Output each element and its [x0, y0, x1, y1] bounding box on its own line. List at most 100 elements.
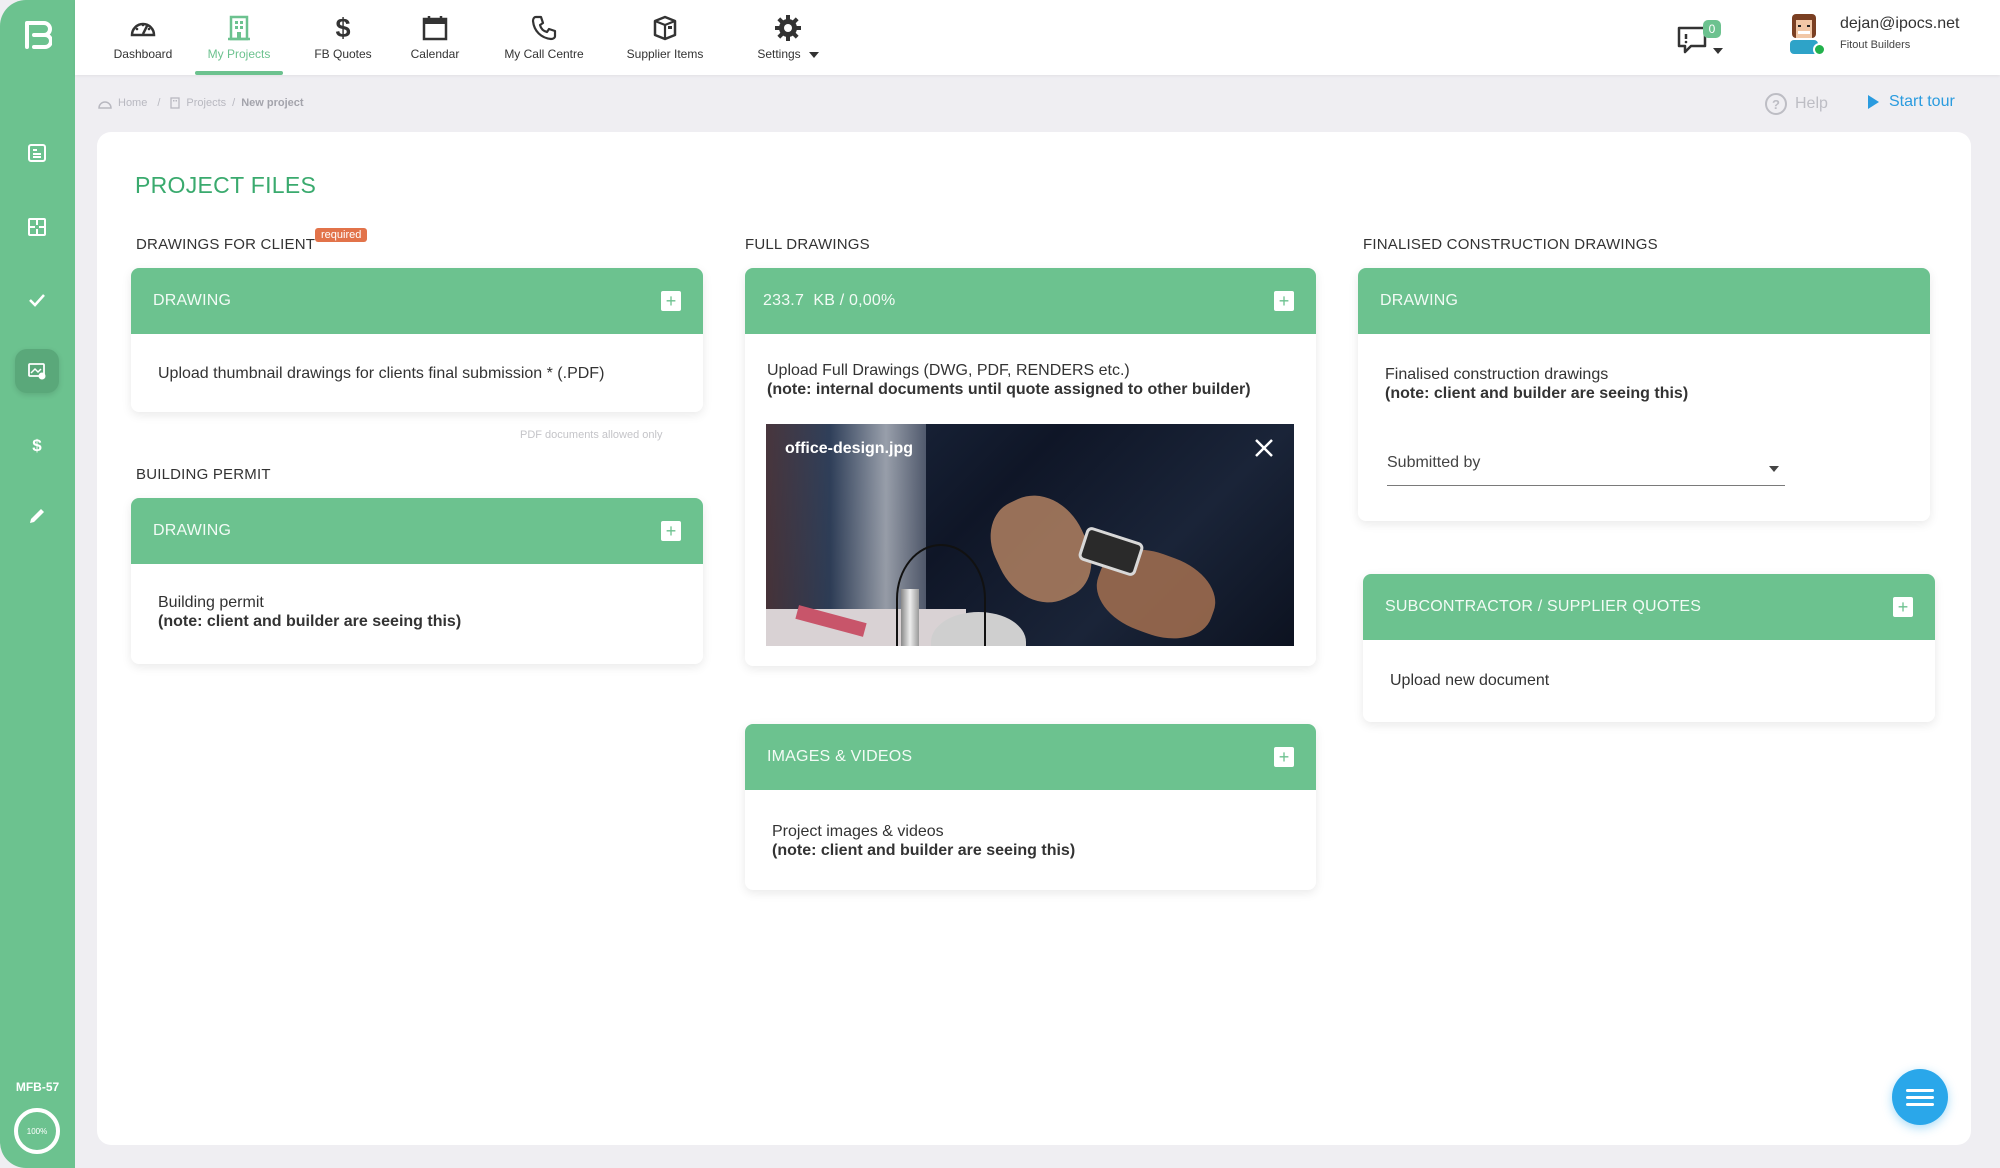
- section-label-full-drawings: FULL DRAWINGS: [745, 236, 870, 253]
- plus-icon: +: [1278, 747, 1290, 767]
- breadcrumb-home[interactable]: Home: [118, 97, 147, 109]
- nav-calendar[interactable]: Calendar: [400, 0, 470, 75]
- user-company: Fitout Builders: [1840, 39, 1911, 51]
- top-navigation-bar: Dashboard My Projects $ FB Quotes Calend…: [75, 0, 2000, 75]
- nav-supplier-items[interactable]: Supplier Items: [617, 0, 713, 75]
- card-body: Building permit (note: client and builde…: [131, 564, 703, 631]
- add-file-button[interactable]: +: [1274, 747, 1294, 767]
- sidebar-item-finance[interactable]: $: [15, 423, 59, 467]
- card-header: IMAGES & VIDEOS +: [745, 724, 1316, 790]
- sidebar-item-files[interactable]: [15, 349, 59, 393]
- card-header-title: IMAGES & VIDEOS: [767, 748, 913, 765]
- sidebar-item-documents[interactable]: [15, 131, 59, 175]
- card-header-title: DRAWING: [1380, 292, 1459, 309]
- calendar-icon: [421, 14, 449, 42]
- help-button[interactable]: ? Help: [1765, 93, 1828, 115]
- pencil-icon: [30, 509, 44, 523]
- card-building-permit: DRAWING + Building permit (note: client …: [131, 498, 703, 664]
- svg-text:$: $: [32, 436, 42, 455]
- preview-image-detail: [901, 589, 919, 646]
- sidebar: $ MFB-57 100%: [0, 0, 75, 1168]
- close-icon[interactable]: [1254, 438, 1274, 458]
- checkmark-icon: [29, 294, 45, 307]
- card-description: Upload new document: [1390, 672, 1550, 689]
- add-file-button[interactable]: +: [1274, 291, 1294, 311]
- page-title: PROJECT FILES: [135, 172, 317, 198]
- card-images-videos: IMAGES & VIDEOS + Project images & video…: [745, 724, 1316, 890]
- play-icon: [1868, 95, 1879, 109]
- uploaded-file-preview[interactable]: office-design.jpg: [766, 424, 1294, 646]
- card-drawings-for-client: DRAWING + Upload thumbnail drawings for …: [131, 268, 703, 412]
- nav-label: Dashboard: [113, 47, 173, 61]
- card-note: (note: client and builder are seeing thi…: [1385, 385, 1689, 402]
- breadcrumb: Home / Projects / New project: [98, 97, 304, 109]
- section-label-drawings-for-client: DRAWINGS FOR CLIENT: [136, 236, 316, 253]
- online-status-dot: [1813, 43, 1826, 56]
- sidebar-item-edit[interactable]: [15, 494, 59, 538]
- plus-icon: +: [665, 291, 677, 311]
- floating-menu-button[interactable]: [1892, 1069, 1948, 1125]
- nav-dashboard[interactable]: Dashboard: [103, 0, 183, 75]
- breadcrumb-current: New project: [241, 97, 304, 109]
- sidebar-item-floorplan[interactable]: [15, 205, 59, 249]
- card-description: Project images & videos: [772, 823, 944, 840]
- nav-my-projects[interactable]: My Projects: [195, 0, 283, 75]
- notifications-count-badge: 0: [1703, 20, 1721, 38]
- phone-icon: [530, 14, 558, 42]
- chevron-down-icon: [1713, 48, 1723, 54]
- nav-label: My Call Centre: [504, 47, 584, 61]
- start-tour-button[interactable]: Start tour: [1868, 93, 1955, 111]
- user-email: dejan@ipocs.net: [1840, 15, 1960, 32]
- card-header: 233.7 KB / 0,00% +: [745, 268, 1316, 334]
- card-subcontractor-quotes: SUBCONTRACTOR / SUPPLIER QUOTES + Upload…: [1363, 574, 1935, 722]
- nav-fb-quotes[interactable]: $ FB Quotes: [303, 0, 383, 75]
- card-note: (note: internal documents until quote as…: [767, 381, 1251, 398]
- hamburger-icon-bar: [1906, 1095, 1934, 1099]
- dollar-icon: $: [32, 436, 42, 455]
- breadcrumb-projects[interactable]: Projects: [186, 97, 226, 109]
- card-note: (note: client and builder are seeing thi…: [158, 613, 462, 630]
- speedometer-icon: [98, 100, 112, 109]
- speedometer-icon: [129, 14, 157, 42]
- document-list-icon: [28, 144, 46, 162]
- building-icon: [225, 14, 253, 42]
- help-label: Help: [1795, 95, 1828, 112]
- preview-file-name: office-design.jpg: [785, 440, 913, 457]
- card-description: Upload Full Drawings (DWG, PDF, RENDERS …: [767, 362, 1130, 379]
- project-code: MFB-57: [15, 1080, 60, 1094]
- notifications-button[interactable]: 0: [1677, 18, 1729, 58]
- section-label-finalised-construction: FINALISED CONSTRUCTION DRAWINGS: [1363, 236, 1658, 253]
- building-icon: [170, 97, 181, 109]
- card-header: DRAWING: [1358, 268, 1930, 334]
- card-header: SUBCONTRACTOR / SUPPLIER QUOTES +: [1363, 574, 1935, 640]
- user-menu[interactable]: dejan@ipocs.net Fitout Builders: [1786, 10, 1959, 60]
- chevron-down-icon: [1769, 466, 1779, 472]
- add-file-button[interactable]: +: [661, 291, 681, 311]
- card-description: Upload thumbnail drawings for clients fi…: [158, 365, 605, 382]
- nav-label: Supplier Items: [626, 47, 704, 61]
- section-label-building-permit: BUILDING PERMIT: [136, 466, 271, 483]
- box-icon: [651, 14, 679, 42]
- svg-text:$: $: [335, 14, 350, 42]
- fb-logo-icon[interactable]: [24, 20, 52, 50]
- sidebar-item-tasks[interactable]: [15, 278, 59, 322]
- nav-settings[interactable]: Settings: [740, 0, 836, 75]
- floorplan-icon: [28, 218, 46, 236]
- breadcrumb-separator: /: [232, 97, 236, 109]
- submitted-by-select[interactable]: Submitted by: [1387, 450, 1785, 486]
- add-file-button[interactable]: +: [661, 521, 681, 541]
- card-header-title: SUBCONTRACTOR / SUPPLIER QUOTES: [1385, 598, 1702, 615]
- plus-icon: +: [1278, 291, 1290, 311]
- submitted-by-label: Submitted by: [1387, 454, 1481, 471]
- image-files-icon: [28, 363, 46, 380]
- card-header: DRAWING +: [131, 268, 703, 334]
- nav-my-call-centre[interactable]: My Call Centre: [496, 0, 592, 75]
- nav-label-wrap: Settings: [757, 47, 819, 61]
- chevron-down-icon: [808, 51, 819, 58]
- add-file-button[interactable]: +: [1893, 597, 1913, 617]
- card-body: Upload thumbnail drawings for clients fi…: [131, 334, 703, 383]
- required-badge: required: [315, 228, 368, 242]
- hamburger-icon-bar: [1906, 1102, 1934, 1106]
- nav-label: Settings: [757, 47, 801, 61]
- question-circle-icon: ?: [1765, 93, 1787, 115]
